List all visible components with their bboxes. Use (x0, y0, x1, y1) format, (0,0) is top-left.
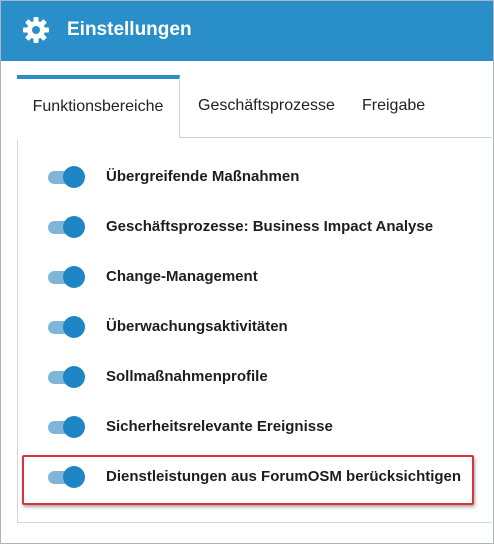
setting-label: Geschäftsprozesse: Business Impact Analy… (106, 218, 434, 235)
setting-label: Dienstleistungen aus ForumOSM berücksich… (106, 468, 462, 485)
toggle-switch[interactable] (46, 366, 88, 388)
toggle-switch[interactable] (46, 416, 88, 438)
toggle-switch[interactable] (46, 266, 88, 288)
setting-label: Change-Management (106, 268, 258, 285)
gear-icon (23, 17, 49, 43)
tab-funktionsbereiche[interactable]: Funktionsbereiche (17, 75, 180, 140)
setting-label: Überwachungsaktivitäten (106, 318, 288, 335)
tab-freigabe[interactable]: Freigabe (362, 75, 425, 137)
header-bar: Einstellungen (1, 1, 493, 61)
tab-bar: Funktionsbereiche Geschäftsprozesse Frei… (17, 75, 492, 140)
page-title: Einstellungen (67, 19, 192, 40)
setting-label: Übergreifende Maßnahmen (106, 168, 300, 185)
toggle-switch[interactable] (46, 316, 88, 338)
toggle-switch[interactable] (46, 216, 88, 238)
toggle-switch[interactable] (46, 166, 88, 188)
toggle-switch[interactable] (46, 466, 88, 488)
tab-geschaeftsprozesse[interactable]: Geschäftsprozesse (198, 75, 335, 137)
setting-label: Sollmaßnahmenprofile (106, 368, 268, 385)
setting-label: Sicherheitsrelevante Ereignisse (106, 418, 333, 435)
